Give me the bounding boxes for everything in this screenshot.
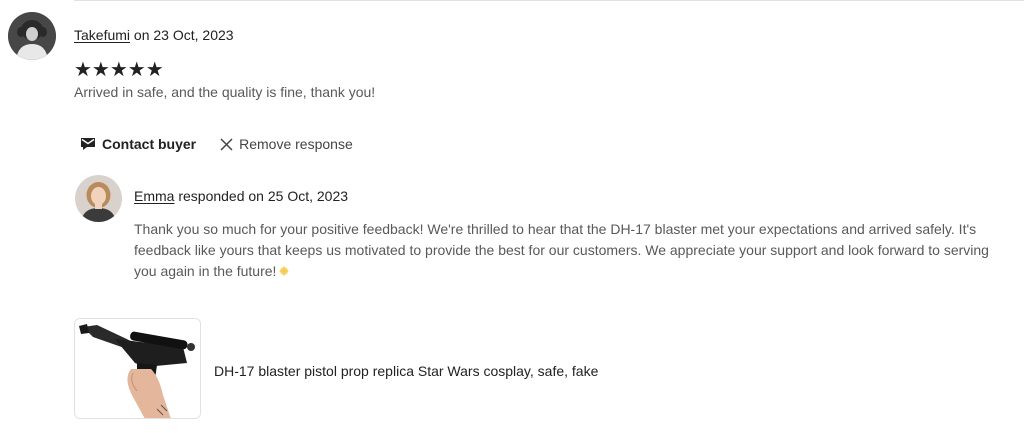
response-date: responded on 25 Oct, 2023 — [178, 188, 349, 204]
contact-buyer-label: Contact buyer — [102, 136, 197, 152]
remove-response-label: Remove response — [239, 136, 353, 152]
listing-title-link[interactable]: DH-17 blaster pistol prop replica Star W… — [214, 363, 598, 379]
sparkle-emoji-icon — [278, 265, 291, 277]
close-icon — [220, 137, 233, 151]
reviewer-byline: Takefumi on 23 Oct, 2023 — [74, 27, 234, 43]
responder-avatar[interactable] — [75, 175, 122, 222]
contact-buyer-button[interactable]: Contact buyer — [80, 136, 196, 152]
review-text: Arrived in safe, and the quality is fine… — [74, 84, 376, 100]
response-text-block: Thank you so much for your positive feed… — [134, 219, 1014, 282]
responder-name-link[interactable]: Emma — [134, 188, 174, 204]
response-text: Thank you so much for your positive feed… — [134, 221, 989, 279]
review-actions: Contact buyer Remove response — [80, 136, 353, 152]
listing-thumbnail[interactable] — [74, 318, 201, 419]
reviewer-name-link[interactable]: Takefumi — [74, 27, 130, 43]
responder-byline: Emma responded on 25 Oct, 2023 — [134, 188, 348, 204]
review-date: on 23 Oct, 2023 — [133, 27, 234, 43]
envelope-icon — [81, 138, 95, 150]
avatar-photo-icon — [8, 12, 56, 60]
star-rating: ★★★★★ — [74, 59, 164, 81]
blaster-image — [75, 319, 200, 418]
top-divider — [74, 0, 1024, 1]
avatar-photo-icon — [75, 175, 122, 222]
remove-response-button[interactable]: Remove response — [220, 136, 353, 152]
reviewer-avatar[interactable] — [8, 12, 56, 60]
